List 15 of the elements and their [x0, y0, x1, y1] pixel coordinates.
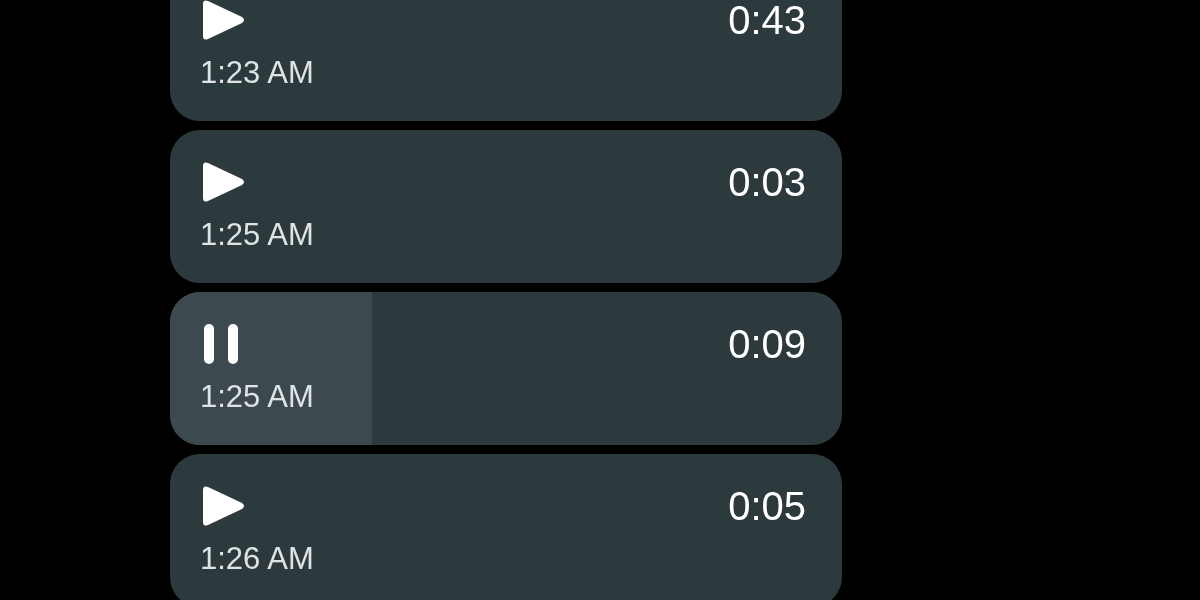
recording-card[interactable]: 0:43 1:23 AM: [170, 0, 842, 121]
recording-time: 1:23 AM: [200, 55, 314, 91]
play-icon[interactable]: [200, 161, 246, 203]
recording-card[interactable]: 0:09 1:25 AM: [170, 292, 842, 445]
duration-text: 0:09: [728, 323, 806, 365]
duration-text: 0:43: [728, 0, 806, 41]
recording-card[interactable]: 0:03 1:25 AM: [170, 130, 842, 283]
recording-time: 1:25 AM: [200, 217, 314, 253]
recording-card[interactable]: 0:05 1:26 AM: [170, 454, 842, 600]
recording-time: 1:26 AM: [200, 541, 314, 577]
play-icon[interactable]: [200, 0, 246, 41]
recording-time: 1:25 AM: [200, 379, 314, 415]
duration-text: 0:05: [728, 485, 806, 527]
duration-text: 0:03: [728, 161, 806, 203]
play-icon[interactable]: [200, 485, 246, 527]
